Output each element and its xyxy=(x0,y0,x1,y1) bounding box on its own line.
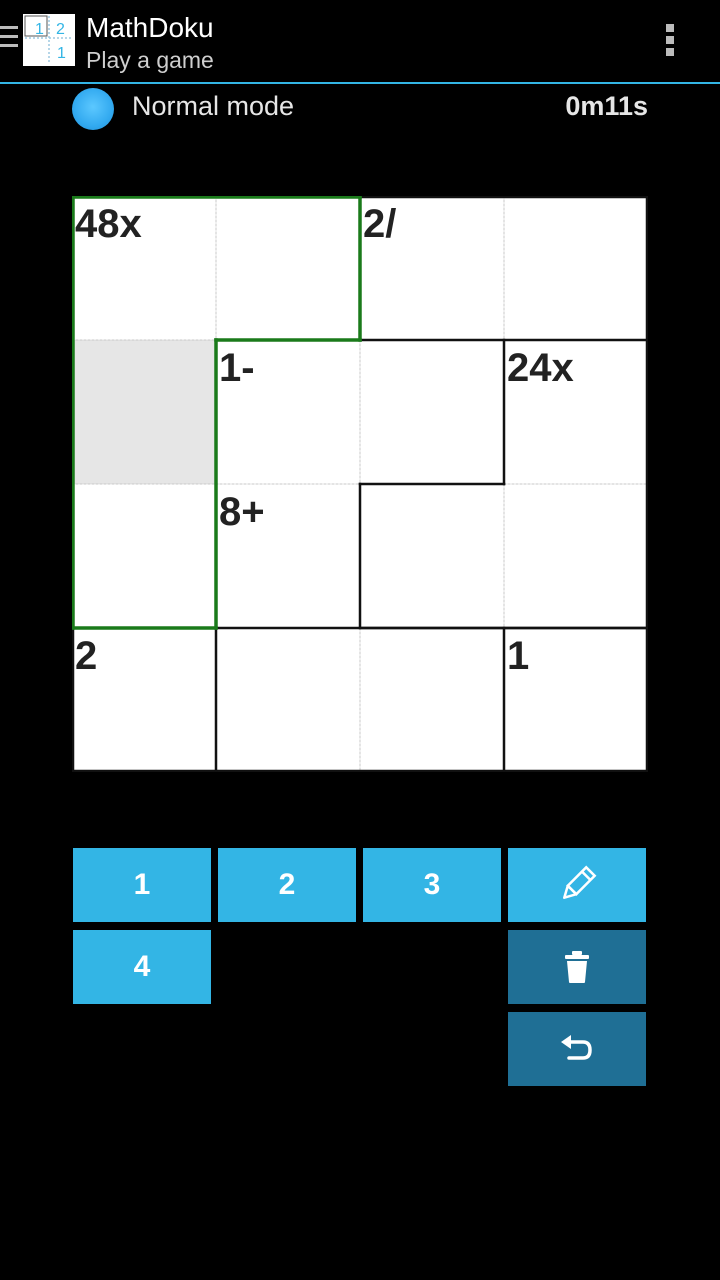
mode-label: Normal mode xyxy=(132,91,295,121)
screen: 1 2 1 MathDoku Play a game Normal mode 0… xyxy=(0,0,720,1280)
overflow-menu-icon[interactable] xyxy=(664,24,676,64)
app-title: MathDoku xyxy=(86,12,214,43)
app-logo-graphic: 1 2 1 xyxy=(23,14,75,66)
app-subtitle: Play a game xyxy=(86,47,214,73)
trash-icon xyxy=(565,951,589,983)
digit-button-2[interactable]: 2 xyxy=(218,848,356,922)
svg-text:1: 1 xyxy=(35,21,44,38)
cage-borders xyxy=(72,196,648,772)
digit-label: 1 xyxy=(133,868,151,901)
action-bar-divider xyxy=(0,82,720,84)
digit-label: 3 xyxy=(423,868,441,901)
mode-indicator-icon xyxy=(72,88,114,130)
digit-button-3[interactable]: 3 xyxy=(363,848,501,922)
digit-label: 4 xyxy=(133,950,151,983)
pencil-mode-button[interactable] xyxy=(508,848,646,922)
action-bar: 1 2 1 MathDoku Play a game xyxy=(0,0,720,82)
digit-button-1[interactable]: 1 xyxy=(73,848,211,922)
undo-button[interactable] xyxy=(508,1012,646,1086)
svg-text:2: 2 xyxy=(56,21,65,38)
digit-button-4[interactable]: 4 xyxy=(73,930,211,1004)
puzzle-grid[interactable]: 48x 2/1- 24x 8+ 2 1 xyxy=(72,196,648,772)
svg-text:1: 1 xyxy=(57,45,66,62)
digit-label: 2 xyxy=(278,868,296,901)
clear-cell-button[interactable] xyxy=(508,930,646,1004)
game-timer: 0m11s xyxy=(565,91,648,121)
drawer-menu-icon[interactable] xyxy=(0,26,18,54)
undo-icon xyxy=(561,1035,592,1060)
app-logo-icon[interactable]: 1 2 1 xyxy=(23,14,75,66)
pencil-icon xyxy=(563,865,597,899)
